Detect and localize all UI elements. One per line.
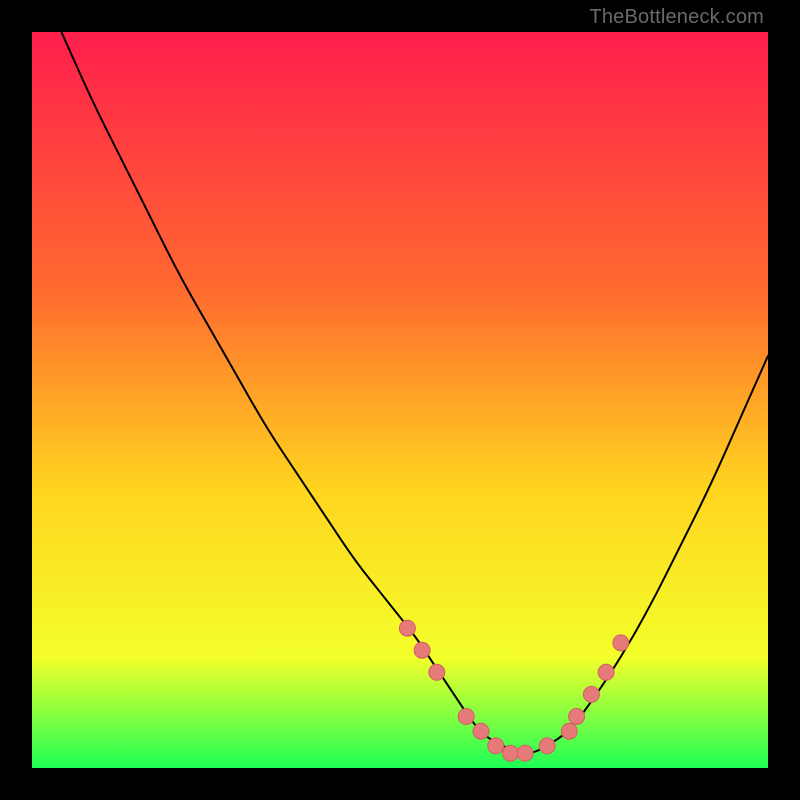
highlight-dot <box>488 738 504 754</box>
highlight-dot <box>502 745 518 761</box>
bottleneck-chart <box>32 32 768 768</box>
highlight-dot <box>561 723 577 739</box>
highlight-dot <box>458 709 474 725</box>
highlight-dot <box>569 709 585 725</box>
highlight-dot <box>414 642 430 658</box>
highlight-dot <box>598 664 614 680</box>
highlight-dot <box>517 745 533 761</box>
highlight-dot <box>473 723 489 739</box>
watermark-label: TheBottleneck.com <box>589 6 764 29</box>
highlight-dot <box>399 620 415 636</box>
highlight-dot <box>429 664 445 680</box>
chart-frame <box>32 32 768 768</box>
highlight-dot <box>613 635 629 651</box>
highlight-dot <box>583 686 599 702</box>
highlight-dot <box>539 738 555 754</box>
gradient-background <box>32 32 768 768</box>
